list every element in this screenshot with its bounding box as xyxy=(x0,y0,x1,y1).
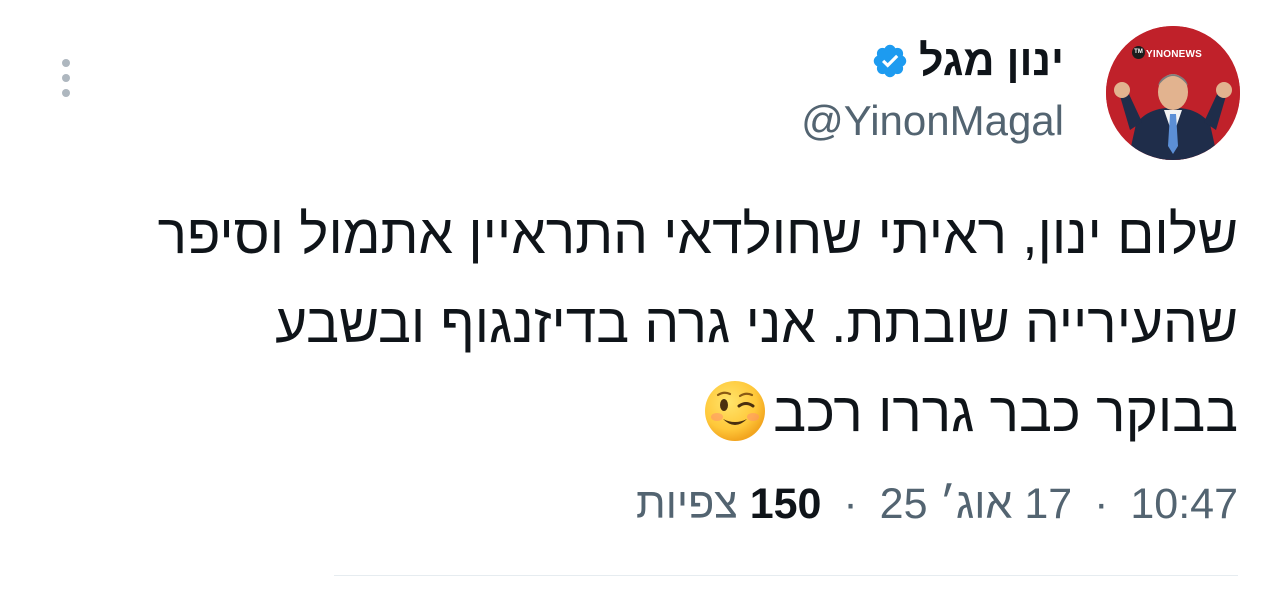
meta-separator: · xyxy=(1094,480,1109,528)
meta-separator: · xyxy=(843,480,858,528)
avatar-brand: YINONEWS xyxy=(1146,49,1203,60)
avatar-image xyxy=(1106,26,1240,160)
views-count: 150 xyxy=(749,480,822,528)
more-options-icon-dot xyxy=(62,74,70,82)
tweet-time[interactable]: 10:47 xyxy=(1130,480,1238,528)
more-options-icon-dot xyxy=(62,59,70,67)
views-label: צפיות xyxy=(636,480,738,528)
divider xyxy=(334,575,1238,576)
winking-face-emoji-icon xyxy=(705,381,766,441)
tweet-date[interactable]: 17 אוג׳ 25 xyxy=(880,480,1072,528)
author-display-name[interactable]: ינון מגל xyxy=(919,34,1064,88)
verified-badge-icon xyxy=(873,44,907,78)
tweet-text-line-last: בבוקר כבר גררו רכב xyxy=(58,368,1238,457)
more-options-button[interactable] xyxy=(50,54,82,102)
tweet-text-fragment: בבוקר כבר גררו רכב xyxy=(773,381,1238,443)
more-options-icon-dot xyxy=(62,89,70,97)
author-name-row: ינון מגל xyxy=(871,34,1064,88)
tweet-text-line: שלום ינון, ראיתי שחולדאי התראיין אתמול ו… xyxy=(157,203,1238,265)
tweet-text-line: שהעירייה שובתת. אני גרה בדיזנגוף ובשבע xyxy=(275,292,1238,354)
avatar[interactable]: TM YINONEWS xyxy=(1106,26,1240,160)
avatar-tag: TM xyxy=(1132,46,1145,59)
tweet-meta: 10:47 · 17 אוג׳ 25 · 150 צפיות xyxy=(636,474,1238,534)
author-handle[interactable]: @YinonMagal xyxy=(801,94,1064,148)
tweet-card: TM YINONEWS ינון מגל @YinonMagal שלום ינ… xyxy=(0,0,1280,590)
tweet-text: שלום ינון, ראיתי שחולדאי התראיין אתמול ו… xyxy=(58,190,1238,457)
